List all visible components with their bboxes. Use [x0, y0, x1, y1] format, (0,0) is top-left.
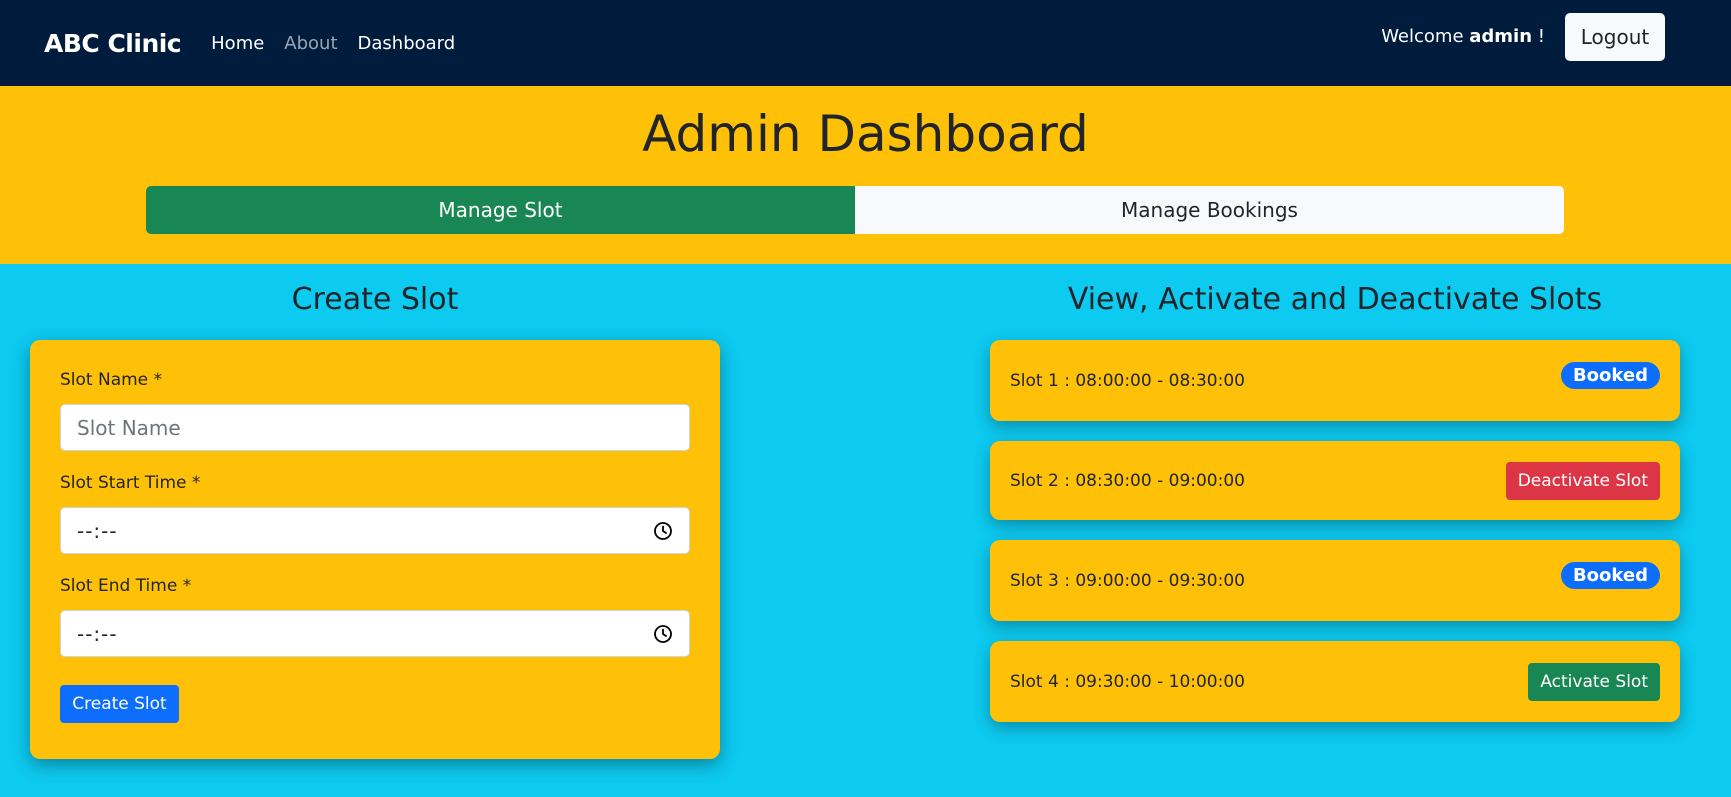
brand-logo[interactable]: ABC Clinic	[44, 29, 182, 58]
slot-text: Slot 3 : 09:00:00 - 09:30:00	[1010, 570, 1245, 591]
welcome-prefix: Welcome	[1381, 25, 1464, 47]
main-content: Create Slot View, Activate and Deactivat…	[0, 264, 1731, 797]
booked-badge: Booked	[1560, 562, 1660, 589]
clock-icon[interactable]	[653, 624, 673, 644]
tab-manage-slot[interactable]: Manage Slot	[146, 186, 855, 234]
slot-end-time-input[interactable]: --:--	[60, 610, 690, 657]
slot-text: Slot 1 : 08:00:00 - 08:30:00	[1010, 370, 1245, 391]
welcome-suffix: !	[1537, 25, 1545, 47]
slot-card: Slot 1 : 08:00:00 - 08:30:00 Booked	[990, 340, 1680, 421]
slot-end-time-value: --:--	[77, 621, 118, 646]
dashboard-tabs: Manage Slot Manage Bookings	[146, 186, 1564, 234]
nav-user-area: Welcome admin ! Logout	[1381, 13, 1665, 61]
slot-start-time-value: --:--	[77, 518, 118, 543]
slot-card: Slot 2 : 08:30:00 - 09:00:00 Deactivate …	[990, 441, 1680, 520]
slot-list: Slot 1 : 08:00:00 - 08:30:00 Booked Slot…	[990, 340, 1680, 742]
navbar: ABC Clinic Home About Dashboard Welcome …	[0, 0, 1731, 86]
slot-start-label: Slot Start Time *	[60, 473, 201, 493]
slot-card: Slot 4 : 09:30:00 - 10:00:00 Activate Sl…	[990, 641, 1680, 722]
nav-link-about[interactable]: About	[284, 33, 337, 54]
slot-text: Slot 2 : 08:30:00 - 09:00:00	[1010, 470, 1245, 491]
slot-start-time-input[interactable]: --:--	[60, 507, 690, 554]
slot-end-group: Slot End Time * --:--	[60, 576, 690, 657]
header-band: Admin Dashboard Manage Slot Manage Booki…	[0, 86, 1731, 264]
slot-name-label: Slot Name *	[60, 370, 163, 390]
username: admin	[1469, 25, 1533, 47]
view-slots-title: View, Activate and Deactivate Slots	[1067, 282, 1603, 317]
booked-badge: Booked	[1560, 362, 1660, 389]
slot-name-field[interactable]	[60, 404, 690, 451]
logout-button[interactable]: Logout	[1565, 13, 1665, 61]
activate-slot-button[interactable]: Activate Slot	[1528, 662, 1660, 701]
nav-link-home[interactable]: Home	[211, 33, 264, 54]
slot-name-input[interactable]	[77, 415, 673, 440]
create-slot-form: Slot Name * Slot Start Time * --:-- Slot…	[30, 340, 720, 759]
clock-icon[interactable]	[653, 521, 673, 541]
nav-links: Home About Dashboard	[211, 33, 455, 54]
page-title: Admin Dashboard	[642, 105, 1089, 163]
slot-start-group: Slot Start Time * --:--	[60, 473, 690, 554]
slot-end-label: Slot End Time *	[60, 576, 192, 596]
welcome-text: Welcome admin !	[1381, 26, 1545, 47]
deactivate-slot-button[interactable]: Deactivate Slot	[1505, 461, 1660, 500]
create-slot-title: Create Slot	[291, 282, 459, 317]
slot-card: Slot 3 : 09:00:00 - 09:30:00 Booked	[990, 540, 1680, 621]
slot-name-group: Slot Name *	[60, 370, 690, 451]
slot-text: Slot 4 : 09:30:00 - 10:00:00	[1010, 671, 1245, 692]
nav-link-dashboard[interactable]: Dashboard	[358, 33, 456, 54]
tab-manage-bookings[interactable]: Manage Bookings	[855, 186, 1564, 234]
create-slot-button[interactable]: Create Slot	[60, 685, 179, 723]
